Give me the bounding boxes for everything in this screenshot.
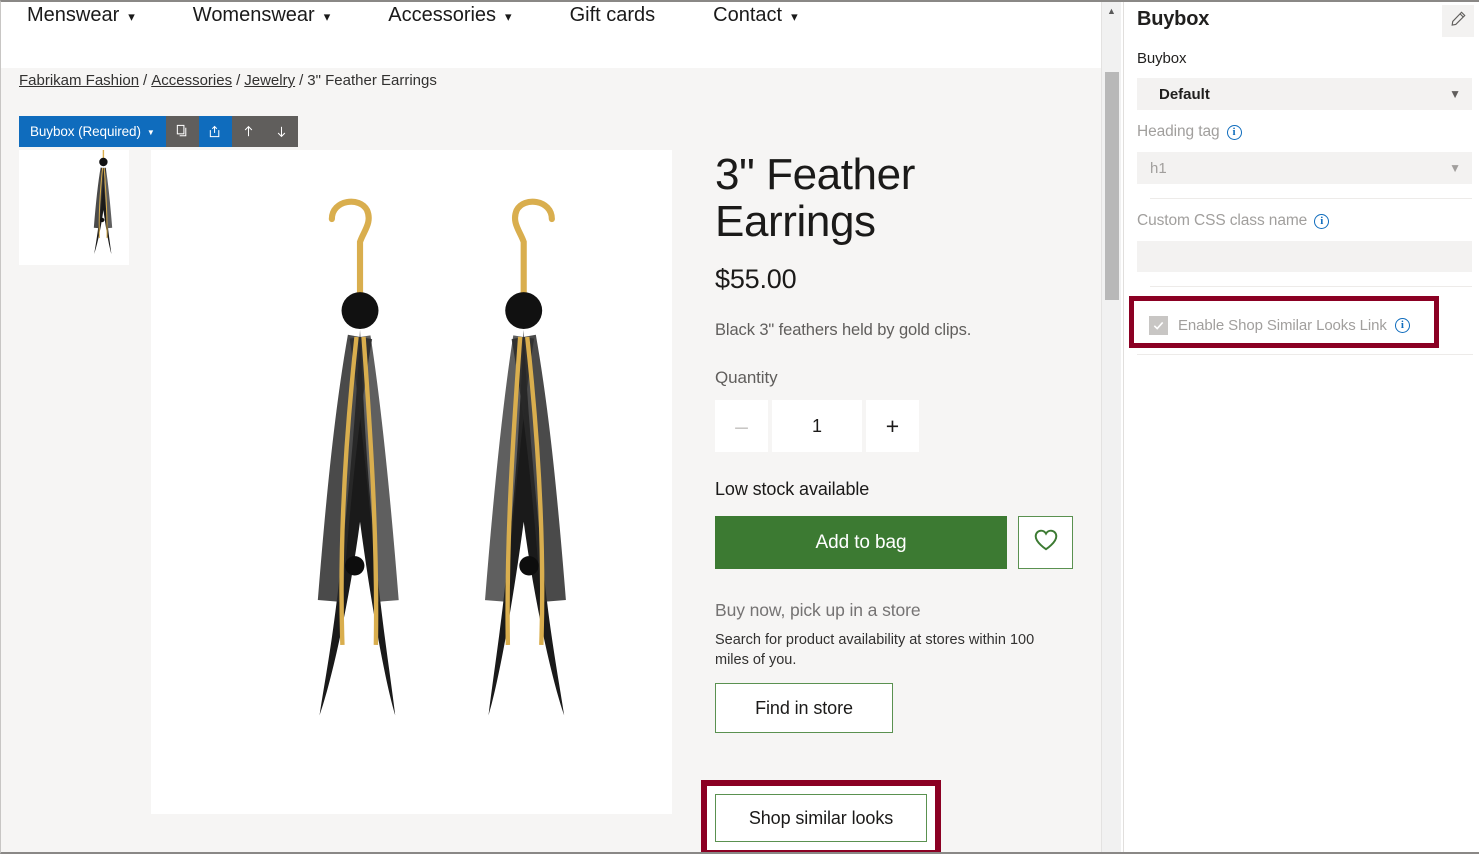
nav-item-label: Accessories [388, 4, 497, 26]
quantity-decrement-button[interactable]: – [715, 400, 768, 453]
info-icon[interactable]: i [1314, 213, 1330, 229]
nav-item-menswear[interactable]: Menswear ▾ [27, 2, 135, 28]
product-title: 3" Feather Earrings [715, 150, 915, 246]
breadcrumb-link-accessories[interactable]: Accessories [151, 72, 232, 89]
preview-vertical-scrollbar[interactable]: ▲ [1101, 2, 1121, 852]
product-price: $55.00 [715, 264, 797, 295]
chevron-down-icon: ▾ [791, 8, 798, 24]
shop-similar-looks-highlight: Shop similar looks [701, 780, 941, 852]
product-description: Black 3" feathers held by gold clips. [715, 321, 972, 340]
chevron-down-icon: ▾ [505, 8, 512, 24]
pane-divider [1150, 198, 1472, 199]
page-title: Buybox [1137, 8, 1210, 30]
chevron-down-icon: ▼ [1449, 161, 1461, 175]
pane-divider [1150, 286, 1472, 287]
breadcrumb-link-home[interactable]: Fabrikam Fashion [19, 72, 139, 89]
info-icon[interactable]: i [1226, 124, 1242, 140]
chevron-down-icon: ▾ [128, 8, 135, 24]
breadcrumb-separator: / [299, 72, 304, 89]
nav-item-label: Contact [713, 4, 783, 26]
app-window: Menswear ▾ Womenswear ▾ Accessories ▾ Gi… [0, 0, 1479, 854]
site-navigation: Menswear ▾ Womenswear ▾ Accessories ▾ Gi… [1, 2, 1101, 68]
cta-row: Add to bag [715, 516, 1085, 570]
earrings-illustration [63, 150, 113, 265]
pickup-heading: Buy now, pick up in a store [715, 600, 921, 621]
product-thumbnail[interactable] [19, 150, 129, 265]
pencil-icon [1450, 10, 1467, 32]
scrollbar-thumb[interactable] [1105, 72, 1119, 300]
breadcrumb-separator: / [236, 72, 241, 89]
quantity-label: Quantity [715, 368, 778, 388]
custom-css-input[interactable] [1137, 241, 1472, 272]
enable-shop-similar-checkbox[interactable] [1149, 315, 1168, 335]
copy-icon [175, 124, 190, 139]
layout-select[interactable]: Default ▼ [1137, 78, 1472, 110]
module-selector-label: Buybox (Required) [30, 124, 141, 139]
nav-item-label: Womenswear [192, 4, 315, 26]
arrow-down-icon [274, 124, 289, 139]
heading-tag-select[interactable]: h1 ▼ [1137, 152, 1472, 184]
arrow-up-icon [241, 124, 256, 139]
breadcrumb: Fabrikam Fashion / Accessories / Jewelry/3" … [19, 70, 437, 92]
move-button[interactable] [198, 116, 232, 147]
edit-button[interactable] [1442, 5, 1474, 37]
heart-icon [1033, 528, 1059, 557]
breadcrumb-link-jewelry[interactable]: Jewelry [244, 72, 295, 89]
breadcrumb-current: 3" Feather Earrings [307, 72, 437, 89]
quantity-increment-button[interactable]: + [866, 400, 919, 453]
caret-down-icon: ▼ [146, 128, 155, 137]
product-hero-image[interactable] [151, 150, 672, 814]
chevron-down-icon: ▾ [323, 8, 331, 24]
module-toolbar: Buybox (Required) ▼ [19, 116, 298, 147]
add-to-bag-button[interactable]: Add to bag [715, 516, 1007, 570]
checkmark-icon [1152, 319, 1165, 332]
property-pane-header: Buybox [1124, 2, 1479, 46]
enable-shop-similar-label: Enable Shop Similar Looks Link [1178, 316, 1387, 334]
custom-css-label: Custom CSS class name [1137, 212, 1308, 229]
heading-tag-label-row: Heading tag i [1137, 123, 1472, 141]
nav-item-gift-cards[interactable]: Gift cards [570, 2, 656, 28]
module-type-label: Buybox [1137, 50, 1187, 67]
nav-item-womenswear[interactable]: Womenswear ▾ [193, 2, 330, 28]
nav-item-label: Gift cards [569, 4, 656, 26]
breadcrumb-separator: / [143, 72, 148, 89]
heading-tag-value: h1 [1150, 159, 1167, 177]
info-icon[interactable]: i [1394, 317, 1410, 333]
enable-shop-similar-row[interactable]: Enable Shop Similar Looks Link i [1139, 306, 1435, 344]
nav-item-accessories[interactable]: Accessories ▾ [388, 2, 511, 28]
enable-shop-similar-highlight: Enable Shop Similar Looks Link i [1129, 296, 1439, 348]
shop-similar-looks-button[interactable]: Shop similar looks [715, 794, 927, 842]
layout-select-value: Default [1159, 85, 1210, 103]
pickup-description: Search for product availability at store… [715, 632, 1035, 669]
layout-field: Default ▼ Heading tag i h1 ▼ Custom CSS … [1124, 78, 1479, 287]
quantity-input[interactable]: 1 [772, 400, 862, 453]
copy-button[interactable] [165, 116, 199, 147]
site-preview-canvas: Menswear ▾ Womenswear ▾ Accessories ▾ Gi… [1, 2, 1101, 852]
pane-divider [1137, 354, 1473, 355]
find-in-store-button[interactable]: Find in store [715, 683, 893, 734]
move-up-button[interactable] [231, 116, 265, 147]
find-in-store-wrap: Find in store [715, 683, 1085, 734]
enable-shop-similar-label-row: Enable Shop Similar Looks Link i [1178, 317, 1410, 334]
earrings-illustration [182, 187, 640, 814]
quantity-stepper: – 1 + [715, 400, 1085, 453]
share-move-icon [208, 124, 223, 139]
property-pane: Buybox Buybox Default ▼ Heading tag i h1… [1123, 2, 1479, 852]
custom-css-label-row: Custom CSS class name i [1137, 212, 1472, 230]
chevron-down-icon: ▼ [1449, 87, 1461, 101]
caret-up-icon[interactable]: ▲ [1102, 2, 1121, 20]
stock-status: Low stock available [715, 479, 870, 500]
product-info: 3" Feather Earrings $55.00 Black 3" feat… [715, 150, 1085, 734]
heading-tag-label: Heading tag [1137, 123, 1220, 140]
nav-item-contact[interactable]: Contact ▾ [713, 2, 797, 28]
move-down-button[interactable] [264, 116, 298, 147]
wishlist-button[interactable] [1018, 516, 1073, 570]
module-selector-button[interactable]: Buybox (Required) ▼ [19, 116, 166, 147]
nav-item-label: Menswear [27, 4, 120, 26]
